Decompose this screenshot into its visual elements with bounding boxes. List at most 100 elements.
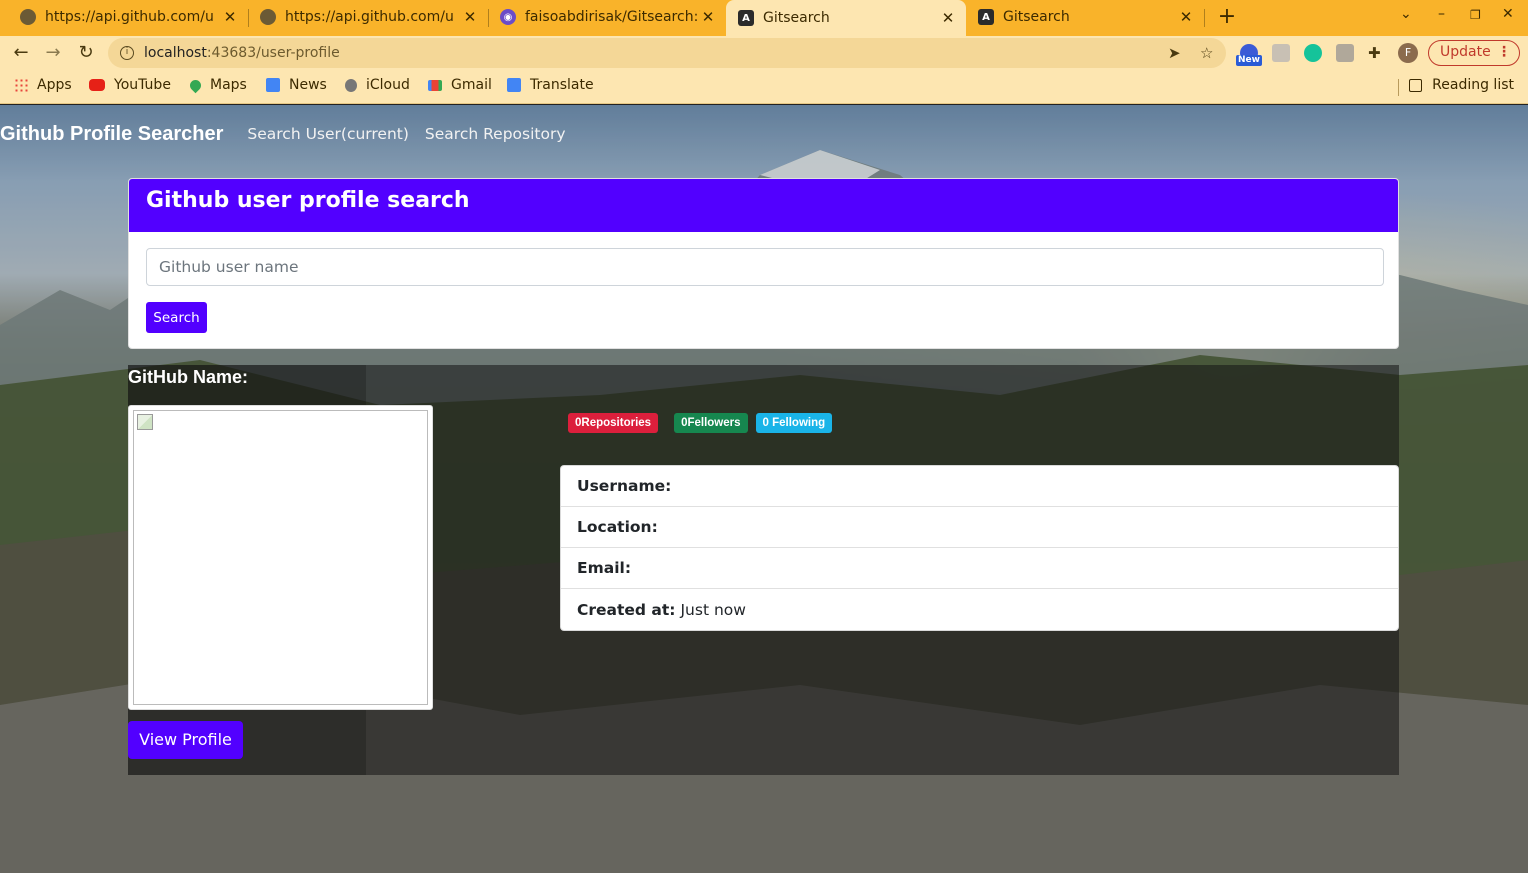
bookmark-news[interactable]: News (266, 77, 327, 93)
bookmark-label: Gmail (451, 77, 492, 93)
angular-icon: A (738, 10, 754, 26)
update-label: Update (1440, 44, 1491, 60)
followers-badge: 0Fellowers (674, 413, 748, 433)
new-tab-icon[interactable]: + (1214, 4, 1240, 30)
search-card: Github user profile search Search (128, 178, 1399, 349)
bookmark-youtube[interactable]: YouTube (89, 77, 171, 93)
repositories-badge: 0Repositories (568, 413, 659, 433)
angular-icon: A (978, 9, 994, 25)
browser-tab[interactable]: https://api.github.com/u ✕ (248, 0, 488, 34)
github-name-label: GitHub Name: (128, 367, 249, 387)
brand-title[interactable]: Github Profile Searcher (0, 123, 223, 146)
translate-icon (507, 78, 521, 92)
stats-badges: 0Repositories 0Fellowers 0 Fellowing (568, 413, 840, 433)
browser-toolbar: ← → ↻ i localhost:43683/user-profile ➤ ☆… (0, 36, 1528, 70)
profile-avatar[interactable]: F (1398, 43, 1418, 63)
browser-tab-active[interactable]: A Gitsearch ✕ (726, 0, 966, 36)
search-card-header: Github user profile search (129, 179, 1398, 232)
globe-icon (260, 9, 276, 25)
avatar-frame (128, 405, 433, 710)
puzzle-icon[interactable]: ✚ (1368, 44, 1381, 62)
detail-value: Just now (680, 600, 746, 619)
update-button[interactable]: Update ⋮ (1428, 40, 1520, 66)
tab-title: https://api.github.com/u (45, 9, 214, 25)
send-icon[interactable]: ➤ (1168, 44, 1181, 62)
tab-title: https://api.github.com/u (285, 9, 454, 25)
bookmark-label: News (289, 77, 327, 93)
bookmark-icloud[interactable]: iCloud (345, 77, 410, 93)
search-button[interactable]: Search (146, 302, 207, 333)
following-badge: 0 Fellowing (755, 413, 833, 433)
apps-grid-icon (14, 78, 28, 92)
detail-email: Email: (561, 548, 1398, 589)
bookmark-translate[interactable]: Translate (507, 77, 594, 93)
apple-icon (345, 78, 357, 92)
bookmark-label: Apps (37, 77, 72, 93)
reading-list-label: Reading list (1432, 77, 1514, 93)
cast-icon[interactable] (1336, 44, 1354, 62)
detail-key: Username: (577, 477, 672, 495)
profile-details-list: Username: Location: Email: Created at: J… (560, 465, 1399, 631)
grammarly-icon[interactable] (1304, 44, 1322, 62)
detail-username: Username: (561, 466, 1398, 507)
user-avatar (133, 410, 428, 705)
reading-list-button[interactable]: Reading list (1409, 77, 1514, 93)
broken-image-icon (137, 414, 153, 430)
browser-tab[interactable]: https://api.github.com/u ✕ (8, 0, 248, 34)
bookmark-label: Maps (210, 77, 247, 93)
forward-icon[interactable]: → (41, 41, 65, 65)
detail-location: Location: (561, 507, 1398, 548)
browser-tab[interactable]: ◉ faisoabdirisak/Gitsearch: ✕ (488, 0, 726, 34)
more-icon: ⋮ (1497, 44, 1511, 60)
bookmark-label: YouTube (114, 77, 171, 93)
bookmark-maps[interactable]: Maps (187, 77, 247, 93)
url-host: localhost (144, 45, 207, 61)
site-info-icon[interactable]: i (120, 46, 134, 60)
tab-separator (1204, 9, 1205, 27)
close-icon[interactable]: ✕ (940, 9, 956, 27)
nav-search-repository[interactable]: Search Repository (425, 125, 566, 143)
close-icon[interactable]: ✕ (222, 8, 238, 26)
bookmark-gmail[interactable]: Gmail (428, 77, 492, 93)
page-viewport: Github Profile Searcher Search User(curr… (0, 105, 1528, 873)
new-badge: New (1236, 55, 1262, 66)
detail-key: Location: (577, 518, 658, 536)
close-icon[interactable]: ✕ (1178, 8, 1194, 26)
news-icon (266, 78, 280, 92)
address-bar[interactable]: i localhost:43683/user-profile (108, 38, 1226, 68)
close-icon[interactable]: ✕ (700, 8, 716, 26)
close-icon[interactable]: ✕ (462, 8, 478, 26)
reload-icon[interactable]: ↻ (74, 41, 98, 65)
bookmark-label: Translate (530, 77, 594, 93)
back-icon[interactable]: ← (9, 41, 33, 65)
window-close-icon[interactable]: ✕ (1502, 6, 1514, 22)
view-profile-button[interactable]: View Profile (128, 721, 243, 759)
detail-key: Email: (577, 559, 632, 577)
bookmark-apps[interactable]: Apps (14, 77, 72, 93)
gmail-icon (428, 79, 442, 91)
tab-title: Gitsearch (763, 10, 830, 26)
restore-icon[interactable]: ❐ (1470, 8, 1481, 22)
bookmarks-bar: Apps YouTube Maps News iCloud Gmail Tran… (0, 70, 1528, 104)
minimize-icon[interactable]: – (1438, 6, 1445, 22)
youtube-icon (89, 79, 105, 91)
nav-search-user[interactable]: Search User(current) (247, 125, 409, 143)
extension-icon[interactable] (1272, 44, 1290, 62)
detail-key: Created at: (577, 600, 676, 619)
tab-search-icon[interactable]: ⌄ (1400, 6, 1412, 22)
detail-created-at: Created at: Just now (561, 589, 1398, 630)
bookmark-star-icon[interactable]: ☆ (1200, 44, 1213, 62)
github-icon: ◉ (500, 9, 516, 25)
tab-title: Gitsearch (1003, 9, 1070, 25)
username-search-input[interactable] (146, 248, 1384, 286)
url-path: :43683/user-profile (206, 45, 340, 61)
app-navbar: Github Profile Searcher Search User(curr… (0, 120, 582, 148)
maps-pin-icon (187, 77, 204, 93)
bookmark-label: iCloud (366, 77, 410, 93)
browser-tab-bar: https://api.github.com/u ✕ https://api.g… (0, 0, 1528, 36)
tab-title: faisoabdirisak/Gitsearch: (525, 9, 699, 25)
bookmarks-divider (1398, 79, 1399, 96)
browser-tab[interactable]: A Gitsearch ✕ (966, 0, 1204, 34)
globe-icon (20, 9, 36, 25)
reading-list-icon (1409, 78, 1423, 92)
